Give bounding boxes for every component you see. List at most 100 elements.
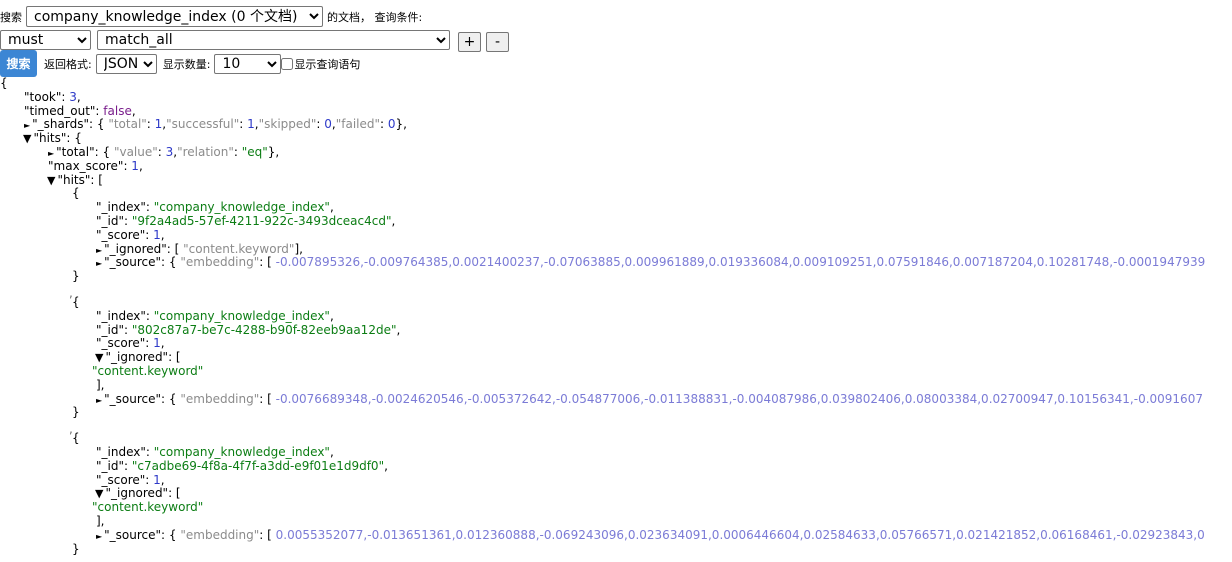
search-label: 搜索	[0, 10, 22, 24]
add-condition-button[interactable]: +	[458, 32, 481, 52]
json-line: ▼ "hits": {	[23, 131, 82, 146]
json-line: "_index": "company_knowledge_index",	[96, 200, 334, 215]
json-key: "_score"	[96, 336, 146, 351]
json-key: "took"	[24, 89, 62, 104]
json-line: "_id": "802c87a7-be7c-4288-b90f-82eeb9aa…	[96, 322, 401, 337]
json-line: "_id": "c7adbe69-4f8a-4f7f-a3dd-e9f01e1d…	[96, 458, 388, 473]
collapse-arrow-icon[interactable]: ▼	[47, 174, 55, 188]
embedding-vector: -0.0076689348,-0.0024620546,-0.005372642…	[275, 391, 1203, 406]
json-string: "company_knowledge_index"	[153, 200, 330, 215]
bool-select[interactable]: must	[0, 30, 91, 50]
json-line: ► "_source": { "embedding": [ -0.00789532…	[96, 255, 1206, 271]
expand-arrow-icon[interactable]: ►	[96, 394, 102, 408]
json-number: 1	[153, 227, 161, 242]
json-key: "_id"	[96, 322, 124, 337]
json-line: "content.keyword"	[0, 500, 1232, 515]
json-line: {	[0, 76, 1232, 91]
json-key: "_source"	[104, 391, 162, 406]
query-condition-row: must match_all + -	[0, 28, 509, 52]
json-string: "content.keyword"	[183, 241, 295, 256]
json-string: "company_knowledge_index"	[153, 444, 330, 459]
json-key: "_index"	[96, 200, 146, 215]
json-line: ▼ "_ignored": [	[95, 486, 181, 501]
json-line: "timed_out": false,	[24, 103, 136, 118]
controls-row: 搜索 返回格式: JSON 显示数量: 10 显示查询语句	[0, 50, 360, 77]
expand-arrow-icon[interactable]: ►	[96, 530, 102, 544]
json-line: ▼ "_ignored": [	[95, 350, 181, 365]
json-number: 0	[324, 117, 332, 132]
json-line: ► "total": { "value": 3,"relation": "eq"}…	[48, 144, 280, 159]
json-line: ],	[96, 377, 105, 392]
json-key: "_ignored"	[105, 486, 169, 501]
json-line: "_score": 1,	[96, 472, 165, 487]
json-line: "_index": "company_knowledge_index",	[96, 308, 334, 323]
json-key: "_ignored"	[104, 241, 167, 256]
json-key: "_index"	[96, 444, 146, 459]
json-number: 0	[387, 117, 396, 132]
json-key: "_index"	[96, 308, 146, 323]
json-line: }	[72, 269, 80, 284]
search-button[interactable]: 搜索	[0, 50, 37, 77]
json-key: "_score"	[96, 227, 146, 242]
query-bar: 搜索 company_knowledge_index (0 个文档) 的文档， …	[0, 6, 422, 27]
json-line: ► "_source": { "embedding": [ -0.00766893…	[96, 391, 1203, 408]
json-line: "_score": 1,	[96, 227, 165, 242]
json-key: "_shards"	[32, 117, 89, 132]
expand-arrow-icon[interactable]: ►	[24, 119, 30, 133]
expand-arrow-icon[interactable]: ►	[96, 244, 102, 258]
show-query-checkbox[interactable]	[281, 57, 294, 70]
json-line: "_id": "9f2a4ad5-57ef-4211-922c-3493dcea…	[96, 213, 396, 228]
json-line: {	[72, 294, 80, 309]
json-key: "timed_out"	[24, 103, 96, 118]
json-key: "_ignored"	[105, 350, 169, 365]
json-line: {	[72, 186, 80, 201]
json-key: "_source"	[104, 527, 162, 542]
json-key: "hits"	[33, 131, 67, 146]
format-select[interactable]: JSON	[95, 53, 157, 74]
json-key: "_id"	[96, 213, 124, 228]
json-line: ► "_source": { "embedding": [ 0.005535207…	[96, 527, 1205, 544]
json-line: "_score": 1,	[96, 336, 165, 351]
json-string: "company_knowledge_index"	[153, 308, 330, 323]
json-line: ► "_shards": { "total": 1,"successful": 1…	[24, 117, 407, 133]
json-number: 1	[131, 158, 139, 173]
json-line: "max_score": 1,	[48, 158, 143, 173]
json-line: "content.keyword"	[0, 363, 1232, 379]
json-string: "c7adbe69-4f8a-4f7f-a3dd-e9f01e1d9df0"	[131, 458, 385, 473]
json-key: "_score"	[96, 472, 146, 487]
json-line: ▼ "hits": [	[47, 172, 103, 188]
expand-arrow-icon[interactable]: ►	[96, 257, 102, 271]
json-number: 3	[69, 89, 77, 104]
json-line: {	[72, 431, 80, 446]
json-key: "_id"	[96, 458, 124, 473]
json-key: "_source"	[104, 255, 162, 270]
json-string: "content.keyword"	[92, 500, 204, 515]
collapse-arrow-icon[interactable]: ▼	[23, 132, 31, 146]
json-line: "took": 3,	[24, 89, 81, 104]
json-string: "content.keyword"	[92, 363, 204, 378]
remove-condition-button[interactable]: -	[486, 32, 509, 52]
json-string: "9f2a4ad5-57ef-4211-922c-3493dceac4cd"	[131, 213, 392, 228]
docs-label: 的文档， 查询条件:	[327, 10, 423, 24]
json-string: "802c87a7-be7c-4288-b90f-82eeb9aa12de"	[131, 322, 397, 337]
query-type-select[interactable]: match_all	[97, 30, 450, 50]
count-label: 显示数量:	[162, 57, 211, 71]
json-line: "_index": "company_knowledge_index",	[96, 444, 334, 459]
collapse-arrow-icon[interactable]: ▼	[95, 351, 103, 365]
json-string: "eq"	[241, 144, 268, 159]
count-select[interactable]: 10	[214, 53, 282, 74]
collapse-arrow-icon[interactable]: ▼	[95, 487, 103, 501]
json-output: {"took": 3, "timed_out": false, ► "_shards"…	[0, 76, 1232, 562]
json-number: 1	[153, 336, 161, 351]
embedding-vector: 0.0055352077,-0.013651361,0.012360888,-0…	[275, 527, 1205, 542]
show-query-label[interactable]: 显示查询语句	[294, 56, 360, 72]
json-key: "max_score"	[48, 158, 124, 173]
json-line: }	[72, 541, 80, 556]
json-number: 1	[247, 117, 255, 132]
index-select[interactable]: company_knowledge_index (0 个文档)	[26, 6, 323, 27]
embedding-vector: -0.007895326,-0.009764385,0.0021400237,-…	[275, 255, 1206, 270]
json-key: "hits"	[57, 172, 91, 187]
json-line: ► "_ignored": [ "content.keyword"],	[96, 241, 303, 258]
json-line: }	[72, 405, 80, 420]
